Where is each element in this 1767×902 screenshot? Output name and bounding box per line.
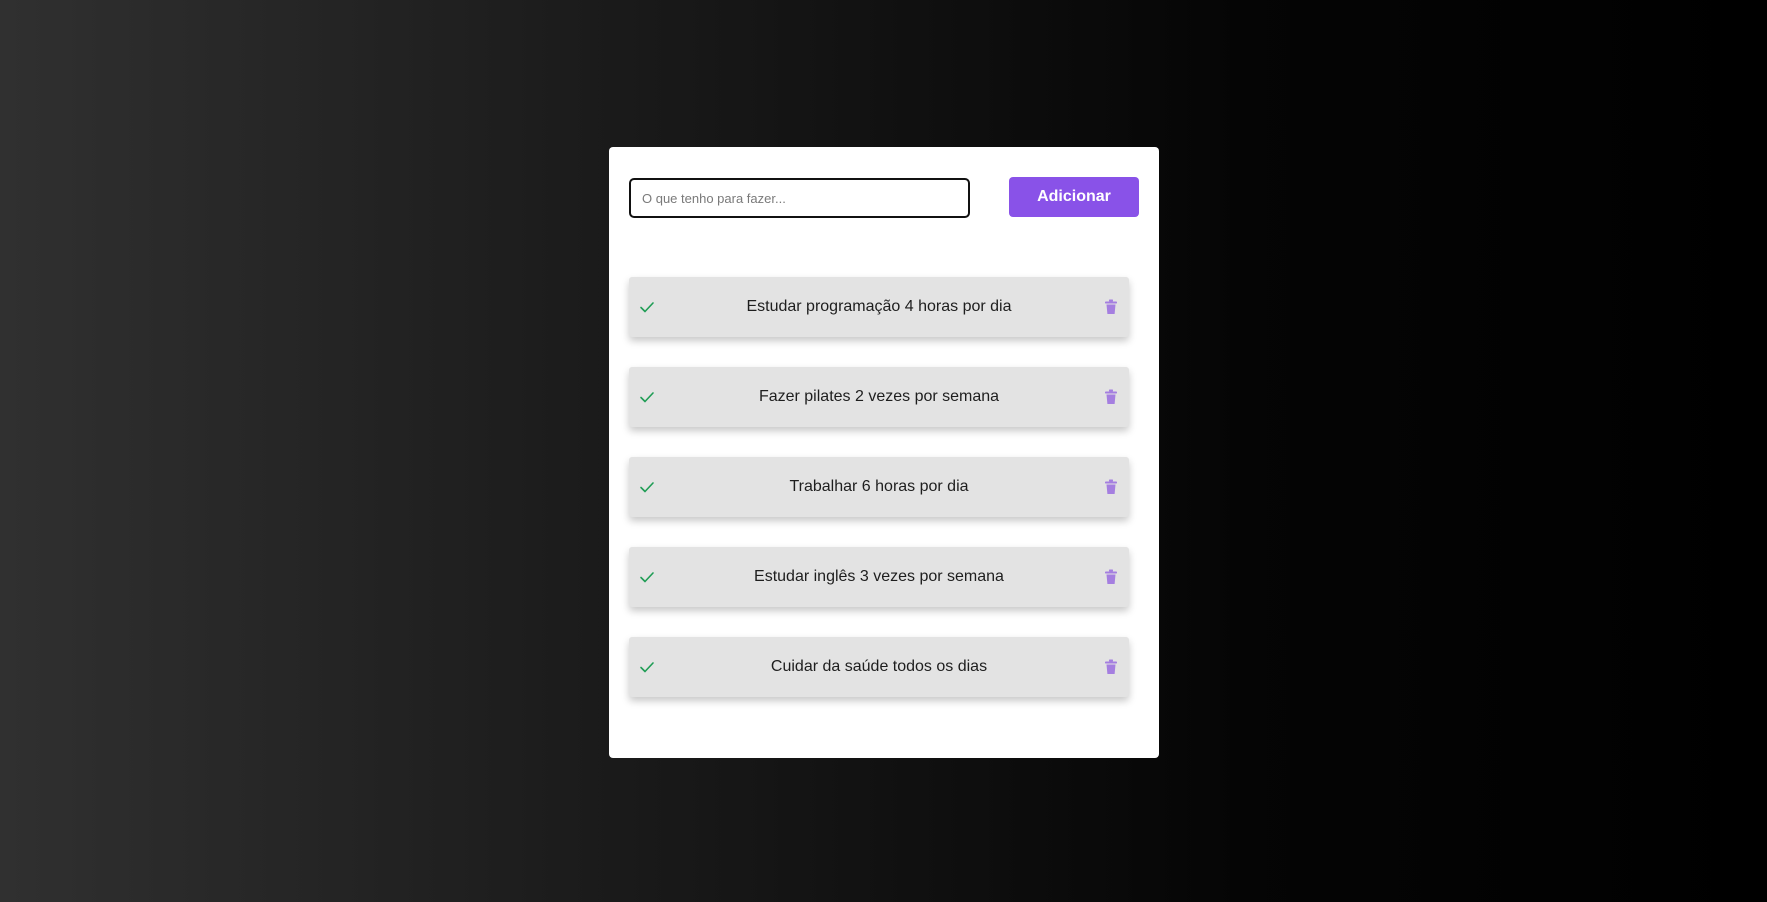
task-text: Fazer pilates 2 vezes por semana [758, 388, 1000, 405]
trash-icon[interactable] [1104, 659, 1118, 675]
task-input[interactable] [629, 178, 970, 218]
check-icon[interactable] [639, 479, 655, 495]
todo-card: Adicionar Estudar programação 4 horas po… [609, 147, 1159, 758]
task-item: Fazer pilates 2 vezes por semana [629, 367, 1129, 427]
check-icon[interactable] [639, 299, 655, 315]
task-text: Cuidar da saúde todos os dias [770, 658, 988, 675]
task-item: Estudar programação 4 horas por dia [629, 277, 1129, 337]
check-icon[interactable] [639, 389, 655, 405]
task-list: Estudar programação 4 horas por dia Faze… [629, 277, 1129, 727]
trash-icon[interactable] [1104, 479, 1118, 495]
add-button[interactable]: Adicionar [1009, 177, 1139, 217]
task-text: Estudar inglês 3 vezes por semana [754, 568, 1004, 585]
task-item: Trabalhar 6 horas por dia [629, 457, 1129, 517]
task-item: Estudar inglês 3 vezes por semana [629, 547, 1129, 607]
check-icon[interactable] [639, 659, 655, 675]
trash-icon[interactable] [1104, 389, 1118, 405]
check-icon[interactable] [639, 569, 655, 585]
trash-icon[interactable] [1104, 569, 1118, 585]
task-item: Cuidar da saúde todos os dias [629, 637, 1129, 697]
task-text: Trabalhar 6 horas por dia [789, 478, 969, 495]
task-text: Estudar programação 4 horas por dia [746, 298, 1012, 315]
trash-icon[interactable] [1104, 299, 1118, 315]
